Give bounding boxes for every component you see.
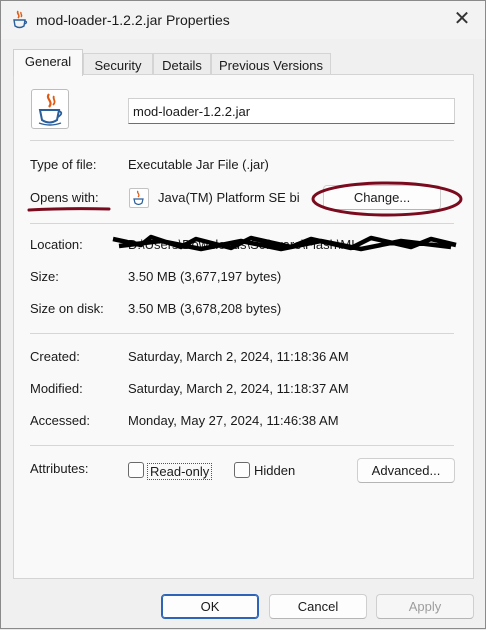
cancel-button[interactable]: Cancel <box>269 594 367 619</box>
tab-details[interactable]: Details <box>153 53 211 75</box>
readonly-label[interactable]: Read-only <box>147 463 213 480</box>
apply-button[interactable]: Apply <box>376 594 474 619</box>
divider <box>30 445 454 446</box>
tab-previous-versions[interactable]: Previous Versions <box>211 53 331 75</box>
attributes-label: Attributes: <box>30 461 89 476</box>
location-label: Location: <box>30 237 83 252</box>
hidden-checkbox[interactable] <box>234 462 250 478</box>
general-panel <box>13 74 474 579</box>
opens-with-label: Opens with: <box>30 190 99 205</box>
ok-button[interactable]: OK <box>161 594 259 619</box>
advanced-button[interactable]: Advanced... <box>357 458 455 483</box>
window-title: mod-loader-1.2.2.jar Properties <box>36 12 230 28</box>
java-icon <box>13 10 28 29</box>
type-value: Executable Jar File (.jar) <box>128 157 269 172</box>
change-button[interactable]: Change... <box>323 185 441 210</box>
accessed-label: Accessed: <box>30 413 90 428</box>
file-icon <box>31 89 69 129</box>
divider <box>30 223 454 224</box>
location-value: D:\Users\Downloads\Software\Flash\ML <box>128 237 359 252</box>
readonly-checkbox[interactable] <box>128 462 144 478</box>
size-on-disk-label: Size on disk: <box>30 301 104 316</box>
size-on-disk-value: 3.50 MB (3,678,208 bytes) <box>128 301 282 316</box>
size-value: 3.50 MB (3,677,197 bytes) <box>128 269 282 284</box>
properties-dialog: mod-loader-1.2.2.jar Properties ✕ Genera… <box>0 0 486 629</box>
opens-with-value: Java(TM) Platform SE bi <box>158 190 300 205</box>
size-label: Size: <box>30 269 59 284</box>
tab-security[interactable]: Security <box>83 53 153 75</box>
modified-value: Saturday, March 2, 2024, 11:18:37 AM <box>128 381 349 396</box>
java-icon <box>38 93 63 126</box>
type-label: Type of file: <box>30 157 97 172</box>
file-name-input[interactable] <box>128 98 455 124</box>
close-button[interactable]: ✕ <box>449 7 475 33</box>
created-label: Created: <box>30 349 80 364</box>
accessed-value: Monday, May 27, 2024, 11:46:38 AM <box>128 413 339 428</box>
created-value: Saturday, March 2, 2024, 11:18:36 AM <box>128 349 349 364</box>
tab-general[interactable]: General <box>13 49 83 76</box>
divider <box>30 333 454 334</box>
modified-label: Modified: <box>30 381 83 396</box>
hidden-label[interactable]: Hidden <box>254 463 295 478</box>
java-icon <box>133 190 144 206</box>
opens-with-app-icon <box>129 188 149 208</box>
title-bar: mod-loader-1.2.2.jar Properties ✕ <box>1 1 485 39</box>
divider <box>30 140 454 141</box>
